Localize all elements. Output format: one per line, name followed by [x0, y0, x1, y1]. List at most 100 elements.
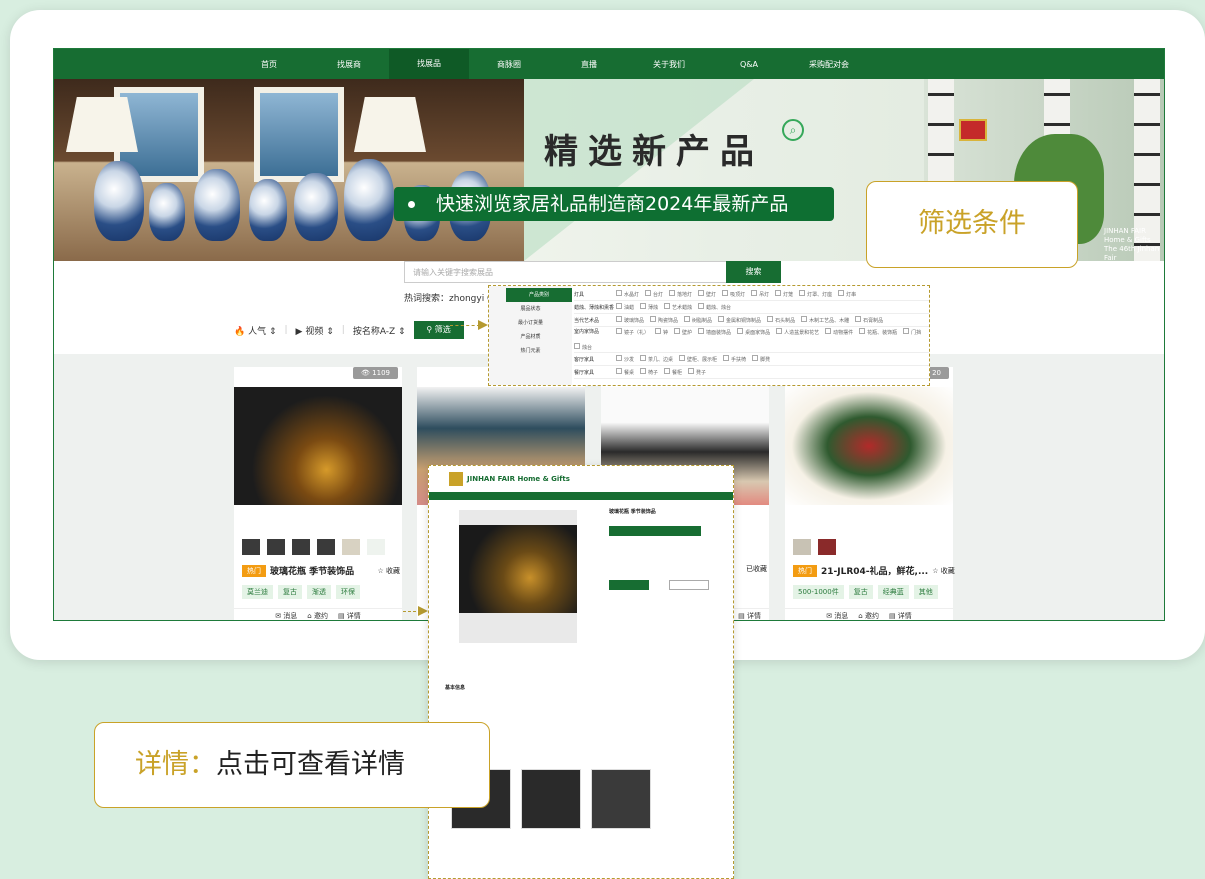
hot-badge: 热门 — [793, 564, 817, 577]
filter-moq[interactable]: 最小订货量 — [489, 316, 572, 330]
filter-option[interactable]: 餐柜 — [664, 368, 682, 376]
filter-status[interactable]: 展品状态 — [489, 302, 572, 316]
message-button[interactable]: ✉ 消息 — [275, 611, 297, 621]
filter-option[interactable]: 门挡 — [903, 328, 921, 336]
filter-button[interactable]: ⚲ 筛选 — [413, 321, 464, 339]
product-title[interactable]: 热门 玻璃花瓶 季节装饰品 ☆ 收藏 — [242, 564, 400, 577]
card-actions: ✉ 消息 ⌂ 邀约 ▤ 详情 — [785, 608, 953, 621]
filter-option[interactable]: 灯笼 — [775, 290, 793, 298]
detail-button[interactable]: ▤ 详情 — [338, 611, 361, 621]
gift-decor — [959, 119, 987, 141]
favorite-button[interactable]: 已收藏 — [746, 564, 767, 574]
thumbnail[interactable] — [367, 539, 385, 555]
filter-sidebar: 产品类别 展品状态 最小订货量 产品材质 热门元素 — [489, 286, 572, 385]
invite-button[interactable]: ⌂ 邀约 — [858, 611, 879, 621]
filter-option[interactable]: 凳子 — [688, 368, 706, 376]
nav-network[interactable]: 商脉圈 — [469, 59, 549, 70]
sort-popularity[interactable]: 🔥 人气 ⇕ — [234, 324, 277, 337]
thumbnail[interactable] — [317, 539, 335, 555]
favorite-button[interactable]: ☆ 收藏 — [932, 566, 955, 576]
filter-option[interactable]: 餐桌 — [616, 368, 634, 376]
filter-option[interactable]: 灯罩、灯座 — [799, 290, 832, 298]
tag: 环保 — [336, 585, 360, 599]
thumbnail[interactable] — [267, 539, 285, 555]
product-tags: 500-1000件 复古 经典蓝 其他 — [793, 585, 938, 599]
filter-option[interactable]: 手扶椅 — [723, 355, 746, 363]
detail-page-preview: JINHAN FAIR Home & Gifts 玻璃花瓶 季节装饰品 基本信息 — [428, 465, 734, 879]
search-input[interactable]: 请输入关键字搜索展品 — [404, 261, 779, 283]
filter-option[interactable]: 薄烛 — [640, 303, 658, 311]
nav-exhibitors[interactable]: 找展商 — [309, 59, 389, 70]
sort-video[interactable]: ▶ 视频 ⇕ — [296, 324, 334, 337]
filter-option[interactable]: 烛台 — [574, 343, 592, 351]
arrow-icon — [478, 320, 488, 330]
product-card[interactable]: 👁 1109 热门 玻璃花瓶 季节装饰品 ☆ 收藏 莫兰迪 复古 渐透 环保 ✉… — [234, 367, 402, 621]
filter-option[interactable]: 灯串 — [838, 290, 856, 298]
favorite-button[interactable]: ☆ 收藏 — [377, 566, 400, 576]
tag: 经典蓝 — [877, 585, 909, 599]
tag: 其他 — [913, 585, 938, 599]
filter-option[interactable]: 墙面装饰品 — [698, 328, 731, 336]
filter-option[interactable]: 树脂制品 — [684, 316, 712, 324]
sort-name[interactable]: 按名称A-Z ⇕ — [353, 324, 406, 337]
filter-option[interactable]: 椅子 — [640, 368, 658, 376]
product-image[interactable] — [785, 387, 953, 505]
filter-option[interactable]: 壁柜、展示柜 — [679, 355, 717, 363]
thumbnail[interactable] — [292, 539, 310, 555]
thumbnail[interactable] — [793, 539, 811, 555]
filter-option[interactable]: 金属和铜饰制品 — [718, 316, 761, 324]
filter-options: 灯具 水晶灯 台灯 落地灯 壁灯 吸顶灯 吊灯 灯笼 灯罩、灯座 灯串 蜡烛、薄烛和熏香 油蜡 薄烛艺… — [574, 288, 929, 379]
filter-option[interactable]: 壁炉 — [674, 328, 692, 336]
nav-matchmaking[interactable]: 采购配对会 — [789, 59, 869, 70]
message-button[interactable]: ✉ 消息 — [826, 611, 848, 621]
filter-option[interactable]: 落地灯 — [669, 290, 692, 298]
filter-option[interactable]: 陶瓷饰品 — [650, 316, 678, 324]
product-image[interactable] — [234, 387, 402, 505]
filter-material[interactable]: 产品材质 — [489, 330, 572, 344]
filter-option[interactable]: 镜子（礼） — [616, 328, 649, 336]
nav-live[interactable]: 直播 — [549, 59, 629, 70]
filter-option[interactable]: 台灯 — [645, 290, 663, 298]
tag: 莫兰迪 — [242, 585, 273, 599]
filter-option[interactable]: 油蜡 — [616, 303, 634, 311]
product-card[interactable]: 👁 20 热门 21-JLR04-礼品，鲜花,... ☆ 收藏 500-1000… — [785, 367, 955, 621]
thumbnail[interactable] — [242, 539, 260, 555]
filter-option[interactable]: 艺术蜡烛 — [664, 303, 692, 311]
filter-option[interactable]: 人造盆景和花艺 — [776, 328, 819, 336]
filter-option[interactable]: 石膏制品 — [855, 316, 883, 324]
thumbnail[interactable] — [342, 539, 360, 555]
thumbnail[interactable] — [818, 539, 836, 555]
invite-button[interactable]: ⌂ 邀约 — [307, 611, 328, 621]
detail-contact-button — [609, 580, 649, 590]
banner-title: 精选新产品 — [544, 132, 764, 172]
filter-option[interactable]: 动物摆件 — [825, 328, 853, 336]
detail-product-title: 玻璃花瓶 季节装饰品 — [609, 509, 656, 515]
filter-option[interactable]: 吊灯 — [751, 290, 769, 298]
filter-option[interactable]: 钟 — [655, 328, 668, 336]
nav-about[interactable]: 关于我们 — [629, 59, 709, 70]
filter-option[interactable]: 木制工艺品、木雕 — [801, 316, 849, 324]
search-button[interactable]: 搜索 — [726, 261, 781, 283]
filter-option[interactable]: 沙发 — [616, 355, 634, 363]
detail-nav — [429, 492, 733, 500]
filter-option[interactable]: 吸顶灯 — [722, 290, 745, 298]
callout-detail: 详情：点击可查看详情 — [94, 722, 490, 808]
detail-button[interactable]: ▤ 详情 — [738, 611, 761, 621]
filter-option[interactable]: 茶几、边桌 — [640, 355, 673, 363]
nav-exhibits[interactable]: 找展品 — [389, 49, 469, 79]
filter-option[interactable]: 脚凳 — [752, 355, 770, 363]
filter-option[interactable]: 花瓶、装饰瓶 — [859, 328, 897, 336]
filter-option[interactable]: 水晶灯 — [616, 290, 639, 298]
filter-option[interactable]: 石头制品 — [767, 316, 795, 324]
nav-home[interactable]: 首页 — [229, 59, 309, 70]
detail-button[interactable]: ▤ 详情 — [889, 611, 912, 621]
filter-option[interactable]: 壁灯 — [698, 290, 716, 298]
filter-option[interactable]: 桌面家饰品 — [737, 328, 770, 336]
filter-category[interactable]: 产品类别 — [506, 288, 572, 302]
nav-qa[interactable]: Q&A — [709, 60, 789, 69]
detail-brand: JINHAN FAIR Home & Gifts — [467, 475, 570, 483]
filter-option[interactable]: 蜡烛、烛台 — [698, 303, 731, 311]
filter-option[interactable]: 玻璃饰品 — [616, 316, 644, 324]
filter-hot-elements[interactable]: 热门元素 — [489, 344, 572, 358]
product-title[interactable]: 热门 21-JLR04-礼品，鲜花,... ☆ 收藏 — [793, 564, 955, 577]
